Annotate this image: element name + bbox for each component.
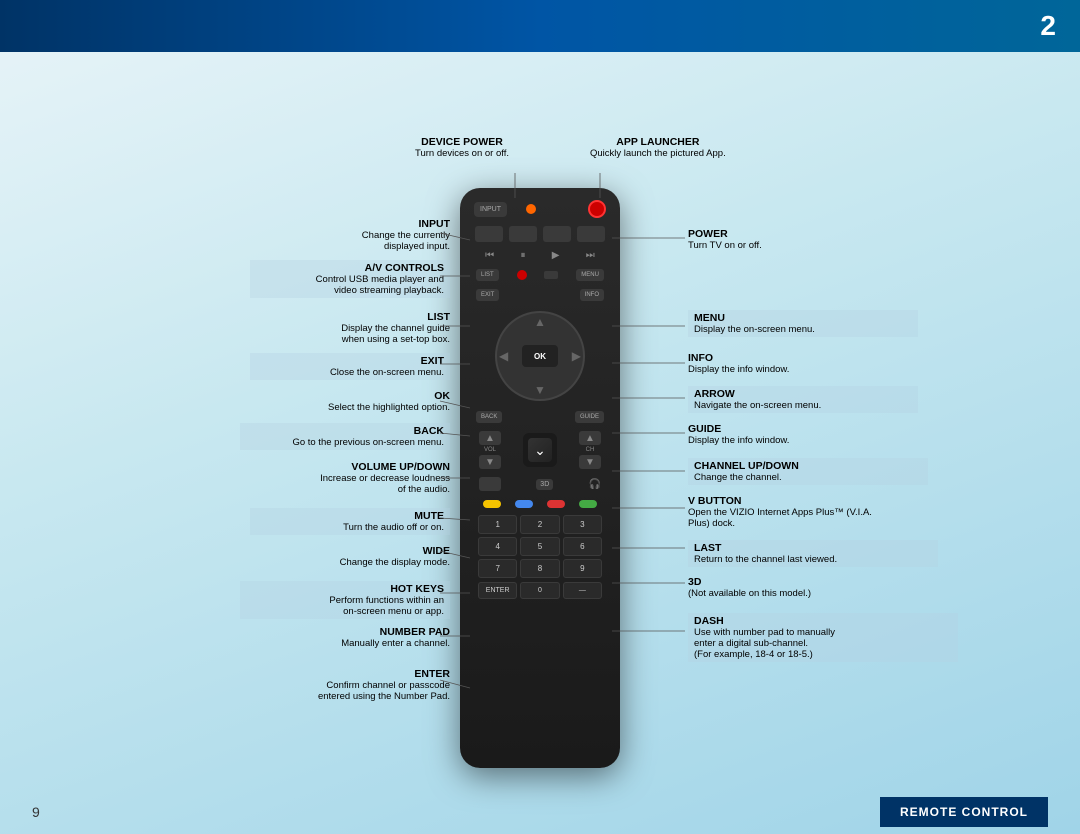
blue-key[interactable] [515, 500, 533, 508]
label-app-launcher: APP LAUNCHER Quickly launch the pictured… [590, 136, 726, 159]
3d-button[interactable]: 3D [536, 479, 553, 490]
power-indicator [526, 204, 536, 214]
num-9[interactable]: 9 [563, 559, 602, 578]
ok-button[interactable]: OK [522, 345, 558, 367]
green-key[interactable] [579, 500, 597, 508]
exit-button[interactable]: EXIT [476, 289, 499, 301]
vol-up-button[interactable]: ▲ [479, 431, 501, 445]
remote-top-row: INPUT [468, 200, 612, 218]
rec-button[interactable] [517, 270, 527, 280]
num-4[interactable]: 4 [478, 537, 517, 556]
ch-down-button[interactable]: ▼ [579, 455, 601, 469]
vol-down-button[interactable]: ▼ [479, 455, 501, 469]
bottom-page-number: 9 [32, 804, 40, 820]
ann-v-button: V BUTTON Open the VIZIO Internet Apps Pl… [688, 495, 938, 529]
ann-input: INPUT Change the currentlydisplayed inpu… [270, 218, 450, 252]
vol-ch-row: ▲ VOL ▼ ⌄ ▲ CH ▼ [468, 429, 612, 471]
num-3[interactable]: 3 [563, 515, 602, 534]
av-controls-row [468, 224, 612, 244]
ann-guide: GUIDE Display the info window. [688, 423, 908, 446]
zero-button[interactable]: 0 [520, 582, 559, 599]
ann-info: INFO Display the info window. [688, 352, 908, 375]
mute-row: 3D 🎧 [468, 475, 612, 493]
diagram-container: DEVICE POWER Turn devices on or off. APP… [60, 68, 1020, 828]
label-device-power: DEVICE POWER Turn devices on or off. [415, 136, 509, 159]
dpad-right-icon[interactable]: ▶ [572, 349, 581, 363]
color-keys-row [468, 497, 612, 511]
app-launcher-button[interactable] [588, 200, 606, 218]
list-button[interactable]: LIST [476, 269, 499, 281]
ann-3d: 3D (Not available on this model.) [688, 576, 938, 599]
ann-back: BACK Go to the previous on-screen menu. [240, 423, 450, 450]
ann-exit: EXIT Close the on-screen menu. [250, 353, 450, 380]
back-button[interactable]: BACK [476, 411, 502, 423]
page-number: 2 [1040, 10, 1056, 42]
volume-col: ▲ VOL ▼ [479, 431, 501, 469]
av-btn-2[interactable] [509, 226, 537, 242]
input-button[interactable]: INPUT [474, 202, 507, 217]
exit-info-row: EXIT INFO [468, 287, 612, 303]
ann-hot-keys: HOT KEYS Perform functions within anon-s… [240, 581, 450, 619]
ann-mute: MUTE Turn the audio off or on. [250, 508, 450, 535]
ann-list: LIST Display the channel guidewhen using… [260, 311, 450, 345]
enter-row: ENTER 0 — [468, 582, 612, 599]
av-btn-4[interactable] [577, 226, 605, 242]
enter-button[interactable]: ENTER [478, 582, 517, 599]
red-key[interactable] [547, 500, 565, 508]
play-icon[interactable]: ▶ [552, 250, 560, 261]
ch-label: CH [586, 447, 595, 453]
back-guide-row: BACK GUIDE [468, 409, 612, 425]
ann-dash: DASH Use with number pad to manuallyente… [688, 613, 958, 662]
remote-control-label: REMOTE CONTROL [880, 797, 1048, 827]
mute-button[interactable] [479, 477, 501, 491]
ann-ok: OK Select the highlighted option. [260, 390, 450, 413]
ann-wide: WIDE Change the display mode. [260, 545, 450, 568]
info-button[interactable]: INFO [580, 289, 604, 301]
ch-up-button[interactable]: ▲ [579, 431, 601, 445]
num-6[interactable]: 6 [563, 537, 602, 556]
menu-button[interactable]: MENU [576, 269, 604, 281]
num-7[interactable]: 7 [478, 559, 517, 578]
num-1[interactable]: 1 [478, 515, 517, 534]
channel-col: ▲ CH ▼ [579, 431, 601, 469]
ann-last: LAST Return to the channel last viewed. [688, 540, 938, 567]
misc-btn[interactable] [544, 271, 558, 279]
remote-control: INPUT ⏮ ⏸ ▶ ⏭ LIST [460, 188, 620, 768]
main-content: DEVICE POWER Turn devices on or off. APP… [0, 52, 1080, 834]
pause-icon[interactable]: ⏸ [520, 250, 525, 261]
num-8[interactable]: 8 [520, 559, 559, 578]
top-bar: 2 [0, 0, 1080, 52]
rewind-icon[interactable]: ⏮ [485, 250, 494, 261]
fastforward-icon[interactable]: ⏭ [586, 250, 595, 261]
ann-menu: MENU Display the on-screen menu. [688, 310, 918, 337]
dash-button[interactable]: — [563, 582, 602, 599]
av-btn-1[interactable] [475, 226, 503, 242]
num-5[interactable]: 5 [520, 537, 559, 556]
numpad: 1 2 3 4 5 6 7 8 9 [468, 515, 612, 578]
v-button[interactable]: ⌄ [528, 438, 552, 462]
v-button-center: ⌄ [523, 433, 557, 467]
dpad[interactable]: ▲ ▼ ◀ ▶ OK [495, 311, 585, 401]
bottom-bar: 9 REMOTE CONTROL [0, 790, 1080, 834]
ann-av-controls: A/V CONTROLS Control USB media player an… [250, 260, 450, 298]
ann-enter: ENTER Confirm channel or passcodeentered… [240, 668, 450, 702]
ann-arrow: ARROW Navigate the on-screen menu. [688, 386, 918, 413]
num-2[interactable]: 2 [520, 515, 559, 534]
ann-number-pad: NUMBER PAD Manually enter a channel. [250, 626, 450, 649]
headphone-icon[interactable]: 🎧 [589, 479, 601, 490]
ann-channel-updown: CHANNEL UP/DOWN Change the channel. [688, 458, 928, 485]
av-btn-3[interactable] [543, 226, 571, 242]
dpad-down-icon[interactable]: ▼ [534, 383, 546, 397]
ann-power: POWER Turn TV on or off. [688, 228, 908, 251]
ann-volume: VOLUME UP/DOWN Increase or decrease loud… [250, 461, 450, 495]
dpad-up-icon[interactable]: ▲ [534, 315, 546, 329]
transport-row: ⏮ ⏸ ▶ ⏭ [468, 248, 612, 263]
guide-button[interactable]: GUIDE [575, 411, 604, 423]
vol-label: VOL [484, 447, 496, 453]
dpad-left-icon[interactable]: ◀ [499, 349, 508, 363]
list-menu-row: LIST MENU [468, 267, 612, 283]
yellow-key[interactable] [483, 500, 501, 508]
